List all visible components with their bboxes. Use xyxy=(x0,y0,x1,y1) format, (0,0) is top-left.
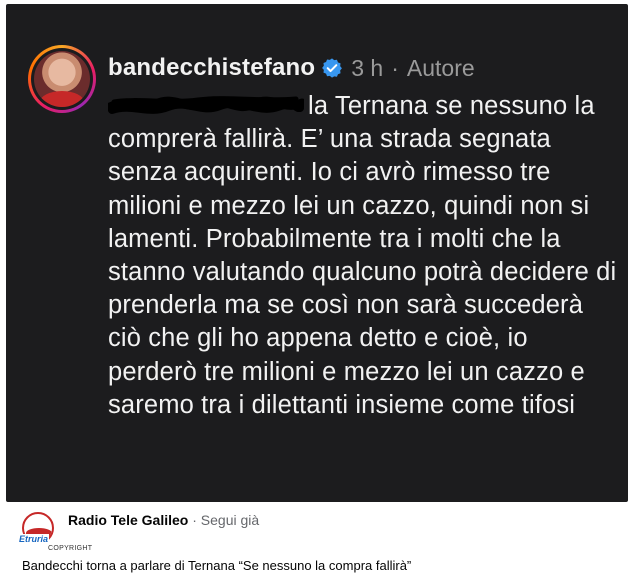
page: bandecchistefano 3 h · Autore la Ternana… xyxy=(0,0,628,577)
avatar xyxy=(34,51,90,107)
scribble-redaction-icon xyxy=(108,96,304,114)
page-name-link[interactable]: Radio Tele Galileo xyxy=(68,512,188,528)
comment-time: 3 h xyxy=(351,54,384,81)
username[interactable]: bandecchistefano xyxy=(108,54,315,82)
post-caption: Bandecchi torna a parlare di Ternana “Se… xyxy=(22,558,412,573)
source-line: Radio Tele Galileo · Segui già xyxy=(68,512,259,528)
comment-body: la Ternana se nessuno la comprerà fallir… xyxy=(108,92,617,419)
verified-badge-icon xyxy=(322,58,343,78)
logo-copyright: COPYRIGHT xyxy=(48,545,93,552)
meta-separator: · xyxy=(391,54,399,81)
author-label: Autore xyxy=(406,54,475,81)
following-button[interactable]: Segui già xyxy=(201,512,259,528)
source-separator: · xyxy=(192,512,197,528)
comment-text: la Ternana se nessuno la comprerà fallir… xyxy=(108,90,620,422)
comment-screenshot: bandecchistefano 3 h · Autore la Ternana… xyxy=(6,4,628,502)
story-ring[interactable] xyxy=(28,45,96,113)
logo-word: Etruria xyxy=(18,534,50,544)
comment-header: bandecchistefano 3 h · Autore xyxy=(108,48,475,88)
radio-logo[interactable]: Etruria COPYRIGHT xyxy=(18,512,92,552)
share-card: Etruria COPYRIGHT Radio Tele Galileo · S… xyxy=(6,502,628,577)
